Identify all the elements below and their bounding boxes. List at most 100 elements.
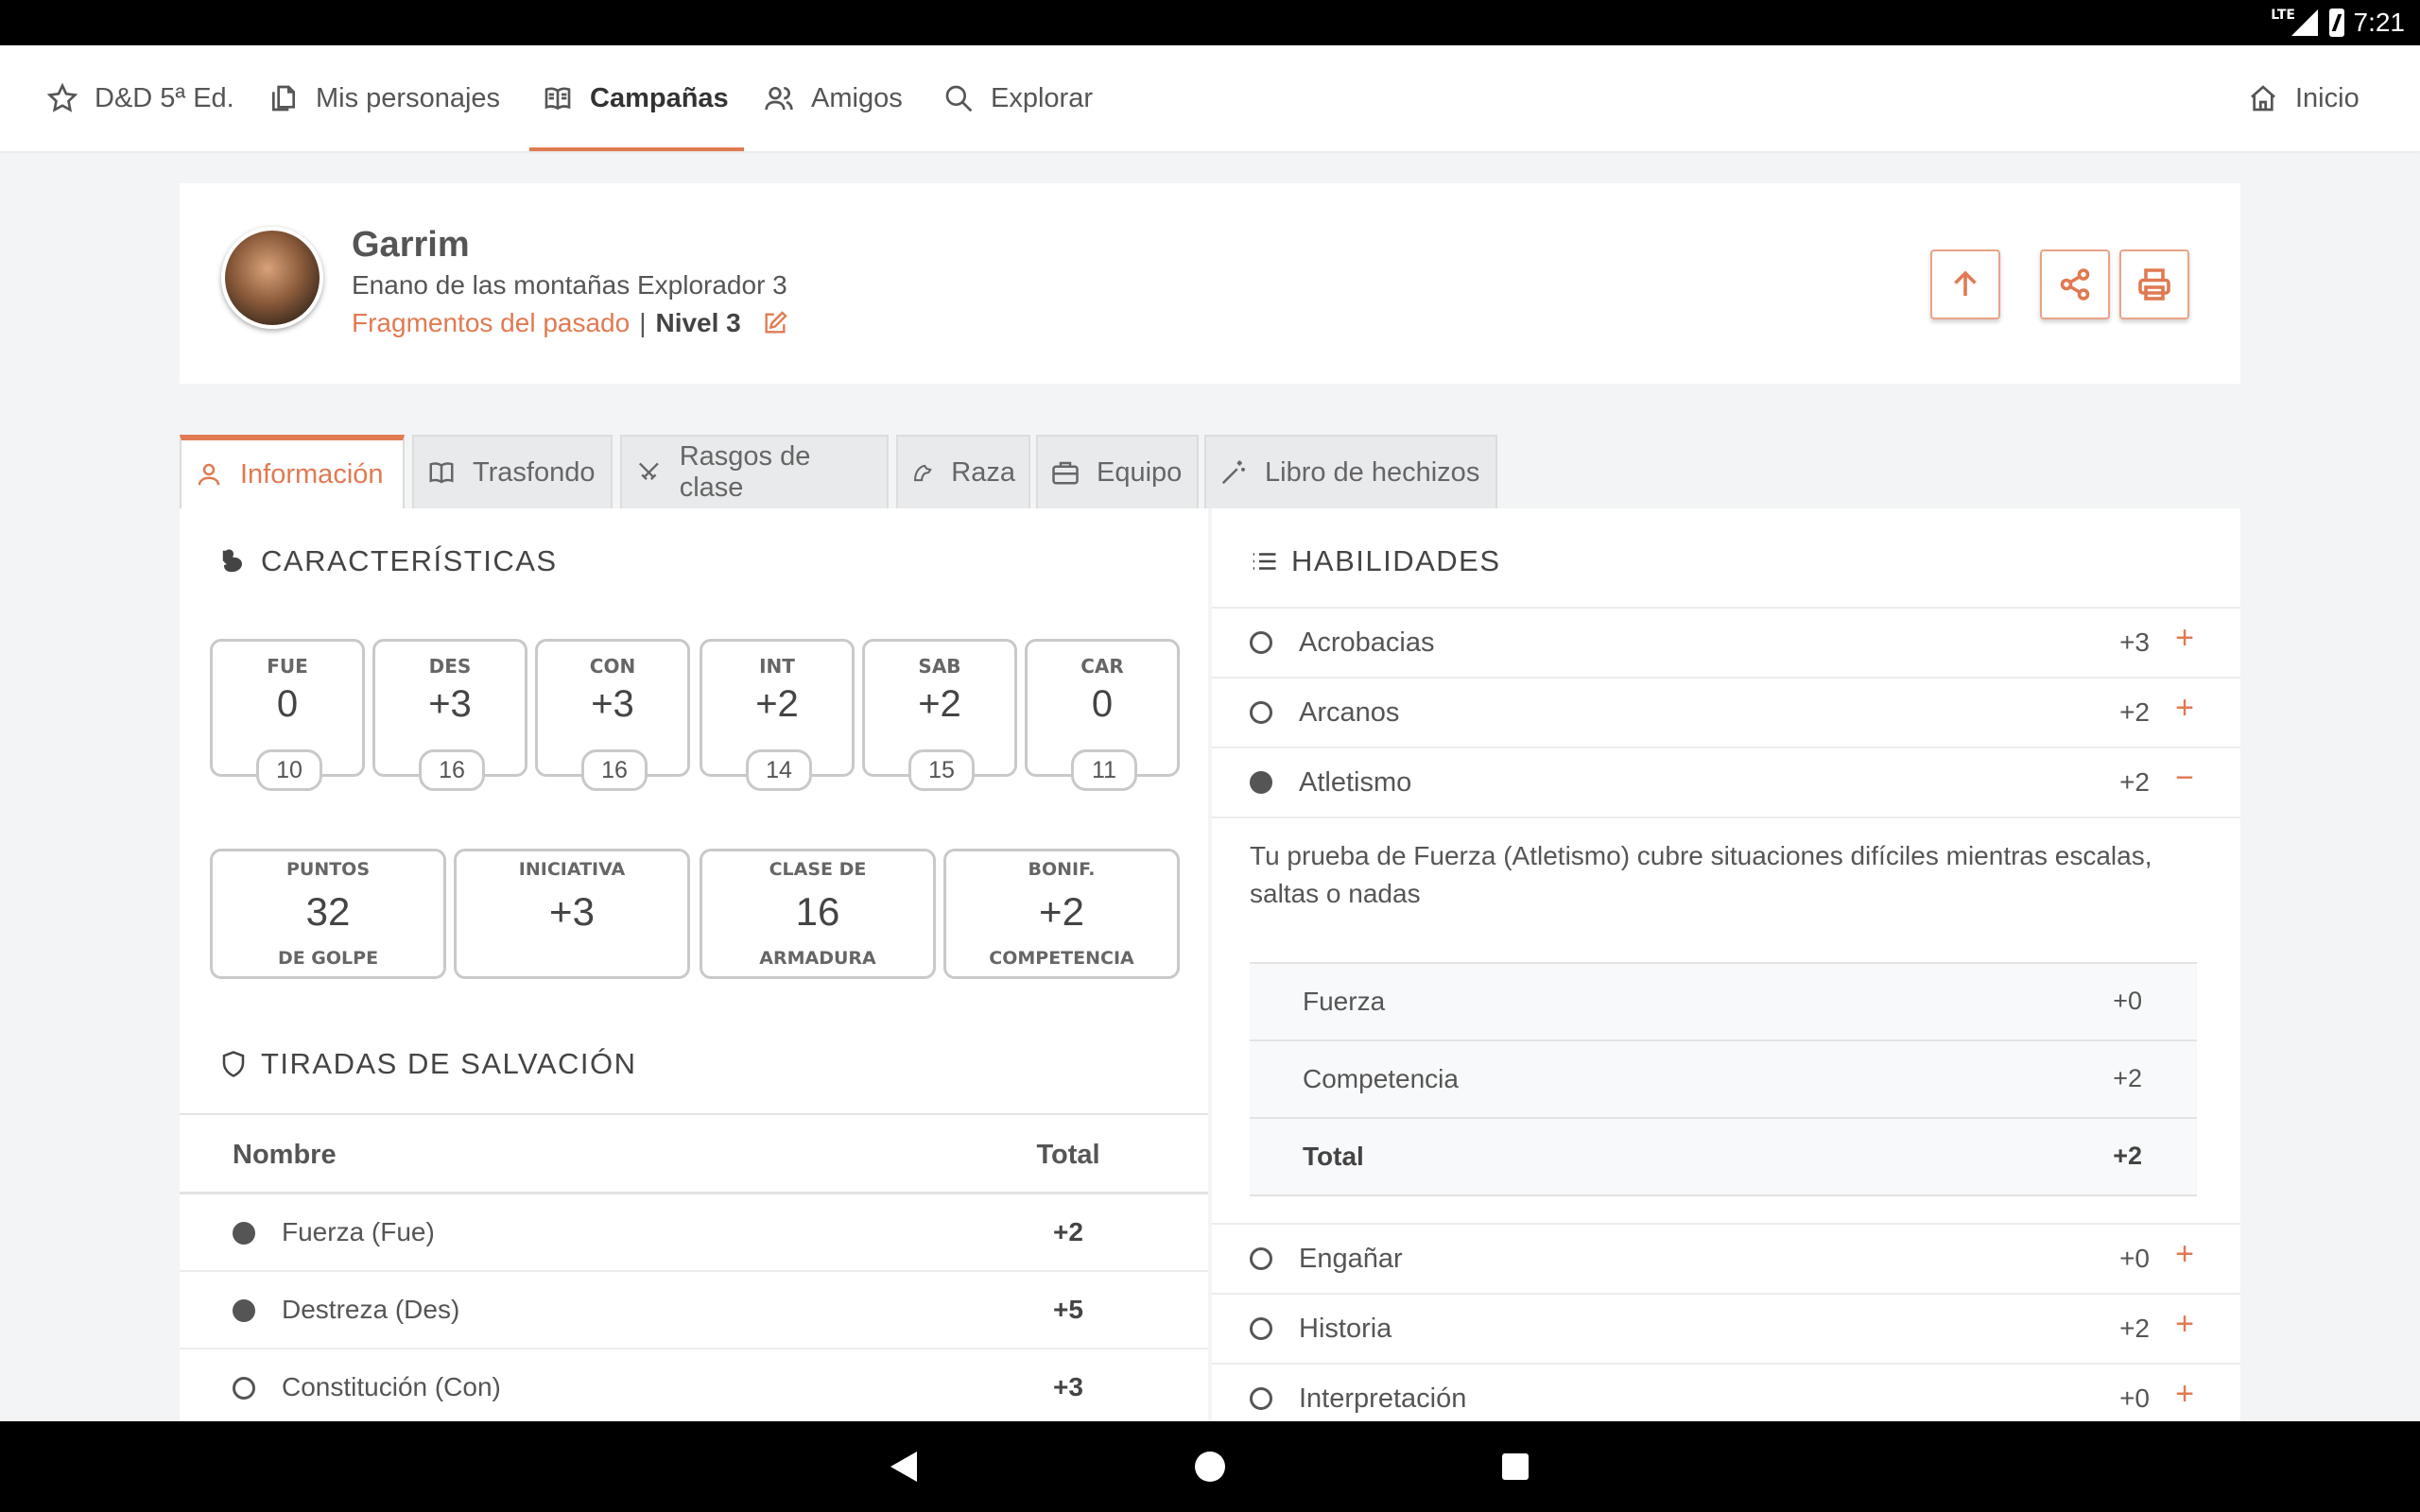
stat-armor-class[interactable]: CLASE DE 16 ARMADURA: [700, 849, 936, 979]
tab-rasgos-de-clase[interactable]: Rasgos de clase: [620, 435, 889, 508]
table-row[interactable]: Constitución (Con) +3: [180, 1349, 1208, 1421]
nav-item-label: Mis personajes: [316, 82, 501, 113]
book-icon: [429, 462, 454, 484]
status-bar: LTE 7:21: [0, 0, 2420, 45]
table-row-total: Total +2: [1250, 1119, 2197, 1196]
skill-row-historia[interactable]: Historia +2 +: [1212, 1295, 2240, 1365]
skill-detail-atletismo: Tu prueba de Fuerza (Atletismo) cubre si…: [1212, 818, 2240, 1225]
collapse-minus-icon[interactable]: −: [2170, 760, 2199, 797]
arrow-up-icon: [1954, 270, 1977, 296]
proficiency-dot: [233, 1377, 255, 1400]
col-total: Total: [1036, 1140, 1100, 1170]
expand-plus-icon[interactable]: +: [2170, 1306, 2199, 1343]
character-name: Garrim: [352, 225, 470, 265]
tab-libro-de-hechizos[interactable]: Libro de hechizos: [1204, 435, 1497, 508]
tab-label: Rasgos de clase: [679, 441, 811, 503]
expand-plus-icon[interactable]: +: [2170, 620, 2199, 657]
proficiency-dot: [1250, 631, 1272, 654]
character-header: Garrim Enano de las montañas Explorador …: [180, 183, 2240, 384]
print-button[interactable]: [2119, 249, 2189, 319]
character-description: Enano de las montañas Explorador 3: [352, 270, 787, 300]
skill-row-interpretacion[interactable]: Interpretación +0 +: [1212, 1365, 2240, 1421]
skill-row-arcanos[interactable]: Arcanos +2 +: [1212, 679, 2240, 748]
system-nav-bar: [0, 1421, 2420, 1512]
skill-description: Tu prueba de Fuerza (Atletismo) cubre si…: [1250, 841, 2152, 908]
ability-sab[interactable]: SAB +2 15: [862, 639, 1017, 791]
share-icon: [2060, 268, 2090, 301]
saving-throws-header: Nombre Total: [180, 1113, 1208, 1194]
list-icon: [1253, 553, 1276, 570]
top-nav: D&D 5ª Ed. Mis personajes Campañas Amigo…: [0, 45, 2420, 151]
back-icon[interactable]: [890, 1452, 917, 1482]
nav-item-campanas[interactable]: Campañas: [529, 45, 744, 151]
table-row: Competencia +2: [1250, 1041, 2197, 1119]
ability-int[interactable]: INT +2 14: [700, 639, 855, 791]
nav-item-dnd[interactable]: D&D 5ª Ed.: [47, 45, 234, 151]
ability-car[interactable]: CAR 0 11: [1025, 639, 1180, 791]
tab-label: Raza: [951, 456, 1015, 488]
skills-title: HABILIDADES: [1250, 544, 1501, 578]
tab-equipo[interactable]: Equipo: [1036, 435, 1199, 508]
col-name: Nombre: [233, 1140, 337, 1170]
tab-raza[interactable]: Raza: [896, 435, 1030, 508]
home-circle-icon[interactable]: [1195, 1452, 1225, 1482]
proficiency-dot: [1250, 1317, 1272, 1340]
expand-plus-icon[interactable]: +: [2170, 1236, 2199, 1273]
stat-proficiency-bonus[interactable]: BONIF. +2 COMPETENCIA: [943, 849, 1180, 979]
expand-plus-icon[interactable]: +: [2170, 690, 2199, 727]
proficiency-dot: [233, 1222, 255, 1245]
tab-label: Información: [240, 458, 384, 490]
proficiency-dot: [1250, 1247, 1272, 1270]
campaign-link[interactable]: Fragmentos del pasado: [352, 308, 630, 338]
character-level: Nivel 3: [655, 308, 741, 337]
shield-icon: [222, 1051, 245, 1077]
skill-row-acrobacias[interactable]: Acrobacias +3 +: [1212, 609, 2240, 679]
user-icon: [198, 463, 220, 486]
nav-item-inicio[interactable]: Inicio: [2248, 45, 2360, 151]
upload-button[interactable]: [1930, 249, 2000, 319]
stat-initiative[interactable]: INICIATIVA +3: [454, 849, 690, 979]
stat-hit-points[interactable]: PUNTOS 32 DE GOLPE: [210, 849, 446, 979]
ability-con[interactable]: CON +3 16: [535, 639, 690, 791]
search-icon: [945, 85, 973, 112]
table-row[interactable]: Fuerza (Fue) +2: [180, 1194, 1208, 1272]
nav-item-label: Amigos: [811, 82, 903, 113]
nav-item-label: D&D 5ª Ed.: [95, 82, 234, 113]
separator: |: [639, 308, 647, 337]
saving-throws-title: TIRADAS DE SALVACIÓN: [219, 1047, 637, 1081]
skill-row-enganar[interactable]: Engañar +0 +: [1212, 1225, 2240, 1295]
info-panel-left: CARACTERÍSTICAS FUE 0 10 DES +3 16 CON +…: [180, 508, 1208, 1421]
briefcase-icon: [1052, 461, 1079, 485]
proficiency-dot: [1250, 771, 1272, 794]
skill-breakdown-table: Fuerza +0 Competencia +2 Total +2: [1250, 962, 2197, 1196]
book-icon: [544, 87, 571, 111]
nav-item-explorar[interactable]: Explorar: [943, 45, 1093, 151]
table-row: Fuerza +0: [1250, 964, 2197, 1041]
nav-item-amigos[interactable]: Amigos: [764, 45, 903, 151]
nav-item-label: Campañas: [590, 82, 729, 113]
users-icon: [765, 87, 793, 111]
tab-label: Libro de hechizos: [1265, 456, 1480, 488]
ability-fue[interactable]: FUE 0 10: [210, 639, 365, 791]
ability-des[interactable]: DES +3 16: [372, 639, 527, 791]
printer-icon: [2138, 268, 2170, 301]
swords-icon: [638, 462, 659, 481]
skills-panel: HABILIDADES Acrobacias +3 + Arcanos +2 +…: [1212, 508, 2240, 1421]
expand-plus-icon[interactable]: +: [2170, 1376, 2199, 1413]
tab-informacion[interactable]: Información: [180, 435, 405, 508]
table-row[interactable]: Destreza (Des) +5: [180, 1272, 1208, 1349]
nav-item-label: Inicio: [2295, 82, 2360, 113]
clock: 7:21: [2353, 8, 2406, 37]
tab-label: Equipo: [1097, 456, 1183, 488]
edit-icon[interactable]: [762, 310, 788, 336]
tab-trasfondo[interactable]: Trasfondo: [412, 435, 613, 508]
character-meta: Fragmentos del pasado | Nivel 3: [352, 308, 788, 338]
share-button[interactable]: [2040, 249, 2110, 319]
skill-row-atletismo[interactable]: Atletismo +2 −: [1212, 748, 2240, 818]
signal-icon: [2291, 9, 2318, 36]
home-icon: [2251, 85, 2275, 112]
documents-icon: [272, 85, 295, 112]
nav-item-mis-personajes[interactable]: Mis personajes: [268, 45, 500, 151]
star-icon: [47, 83, 78, 112]
recents-icon[interactable]: [1502, 1453, 1529, 1480]
